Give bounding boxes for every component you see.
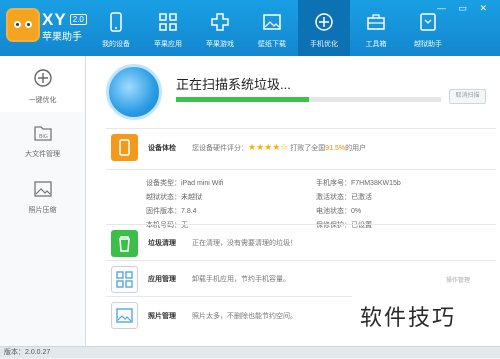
toolbox-icon xyxy=(367,14,385,30)
scan-progress-bar xyxy=(176,97,441,102)
brand: XY 2.0 苹果助手 xyxy=(42,10,87,43)
nav-label: 手机优化 xyxy=(310,41,338,48)
photo-icon xyxy=(33,181,52,197)
svg-text:BIG: BIG xyxy=(39,134,48,140)
apps-icon xyxy=(159,13,177,31)
junk-title: 垃圾清理 xyxy=(148,240,176,247)
nav-item-toolbox[interactable]: 工具箱 xyxy=(350,0,402,56)
junk-desc: 正在清理，没有需要清理的垃圾！ xyxy=(192,240,297,247)
top-bar: XY 2.0 苹果助手 — ▭ ✕ 我的设备 苹果应用 苹果游戏 壁纸下载 手机优… xyxy=(0,0,500,56)
activation-status: 激活状态：已激活 xyxy=(316,194,372,201)
apps-manage-icon xyxy=(111,266,138,293)
nav-item-jailbreak[interactable]: 越狱助手 xyxy=(402,0,454,56)
version-badge: 2.0 xyxy=(69,14,87,25)
health-icon xyxy=(111,134,138,161)
jailbreak-status: 越狱状态：未越狱 xyxy=(146,194,202,201)
battery-status: 电池状态：0% xyxy=(316,208,362,215)
nav-item-optimize[interactable]: 手机优化 xyxy=(298,0,350,56)
folder-icon: BIG xyxy=(33,126,52,141)
photo-manage-icon xyxy=(111,302,138,329)
brand-subtitle: 苹果助手 xyxy=(42,32,82,43)
sidebar-item-photo-compress[interactable]: 照片压缩 xyxy=(0,168,85,224)
nav-label: 工具箱 xyxy=(365,41,387,48)
device-model: 设备类型：iPad mini Wifi xyxy=(146,180,224,187)
main-nav: 我的设备 苹果应用 苹果游戏 壁纸下载 手机优化 工具箱 越狱助手 xyxy=(90,0,454,56)
nav-item-wallpaper[interactable]: 壁纸下载 xyxy=(246,0,298,56)
brand-name: XY xyxy=(42,10,67,29)
nav-label: 苹果应用 xyxy=(154,41,182,48)
game-icon xyxy=(211,13,229,31)
device-serial: 手机序号：F7HM38KW15b xyxy=(316,180,401,187)
sidebar-label: 大文件管理 xyxy=(25,151,60,158)
app-logo-icon xyxy=(6,8,40,42)
sidebar-label: 照片压缩 xyxy=(28,207,57,214)
nav-item-apps[interactable]: 苹果应用 xyxy=(142,0,194,56)
scan-title: 正在扫描系统垃圾... xyxy=(176,77,291,92)
sidebar: 一键优化 BIG 大文件管理 照片压缩 xyxy=(0,56,86,346)
nav-label: 越狱助手 xyxy=(414,41,442,48)
junk-row: 垃圾清理 正在清理，没有需要清理的垃圾！ xyxy=(106,224,496,261)
health-suffix-a: 打败了全国 xyxy=(290,145,326,152)
health-title: 设备体检 xyxy=(148,145,176,152)
health-percent: 91.5% xyxy=(325,145,346,152)
health-row: 设备体检 您设备硬件评分：★★★★☆ 打败了全国91.5%的用户 xyxy=(106,128,496,167)
firmware-version: 固件版本：7.8.4 xyxy=(146,208,197,215)
nav-item-device[interactable]: 我的设备 xyxy=(90,0,142,56)
health-prefix: 您设备硬件评分： xyxy=(192,145,248,152)
scan-progress-fill xyxy=(176,97,309,102)
optimize-icon xyxy=(315,13,333,31)
watermark: 软件技巧 xyxy=(360,306,457,331)
nav-label: 苹果游戏 xyxy=(206,41,234,48)
device-info: 设备类型：iPad mini Wifi 手机序号：F7HM38KW15b 越狱状… xyxy=(106,169,496,230)
nav-label: 我的设备 xyxy=(102,41,130,48)
phone-icon xyxy=(110,12,122,32)
apps-row: 应用管理 卸载手机应用，节约手机容量。 操作管理 xyxy=(106,260,496,297)
scan-section: 正在扫描系统垃圾... 取消扫描 xyxy=(96,64,496,124)
photos-title: 照片管理 xyxy=(148,313,176,320)
jailbreak-icon xyxy=(420,13,436,31)
apps-desc: 卸载手机应用，节约手机容量。 xyxy=(192,276,290,283)
cancel-scan-button[interactable]: 取消扫描 xyxy=(449,89,486,104)
scan-progress-icon xyxy=(106,64,162,120)
photos-desc: 照片太多，不删除也能节约空间。 xyxy=(192,313,297,320)
apps-title: 应用管理 xyxy=(148,276,176,283)
health-summary: 您设备硬件评分：★★★★☆ 打败了全国91.5%的用户 xyxy=(192,142,366,153)
picture-icon xyxy=(263,14,281,30)
sidebar-item-large-files[interactable]: BIG 大文件管理 xyxy=(0,112,85,168)
health-suffix-b: 的用户 xyxy=(345,145,367,152)
nav-item-games[interactable]: 苹果游戏 xyxy=(194,0,246,56)
apps-manage-link[interactable]: 操作管理 xyxy=(446,275,470,284)
sidebar-item-one-click[interactable]: 一键优化 xyxy=(0,56,85,112)
trash-icon xyxy=(111,230,138,257)
status-bar: 版本：2.0.0.27 xyxy=(0,346,500,358)
nav-label: 壁纸下载 xyxy=(258,41,286,48)
star-rating: ★★★★☆ xyxy=(248,142,289,152)
plus-circle-icon xyxy=(33,69,52,87)
sidebar-label: 一键优化 xyxy=(28,97,57,104)
